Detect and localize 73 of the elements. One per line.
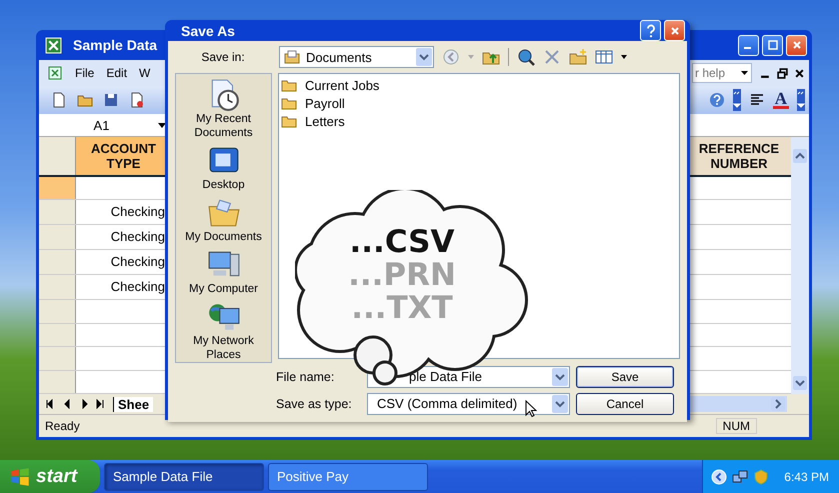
help-button[interactable] — [640, 20, 661, 41]
question-mark-icon — [646, 24, 656, 38]
spreadsheet-app-icon — [45, 36, 62, 54]
vertical-scrollbar[interactable] — [791, 137, 809, 394]
dialog-title: Save As — [181, 22, 235, 38]
maximize-icon — [768, 40, 778, 50]
callout-text: ...CSV — [350, 224, 454, 260]
toolbar-options-icon[interactable] — [732, 89, 741, 111]
clock: 6:43 PM — [784, 470, 829, 484]
menu-item[interactable]: W — [139, 66, 150, 80]
minimize-button[interactable] — [738, 34, 759, 56]
menu-item[interactable]: Edit — [106, 66, 128, 80]
scroll-down-icon[interactable] — [793, 376, 807, 390]
close-button[interactable] — [786, 34, 807, 56]
folder-name[interactable]: Payroll — [305, 96, 345, 110]
toolbar-options-icon[interactable] — [797, 89, 805, 111]
start-button[interactable]: start — [0, 460, 100, 493]
menu-item[interactable]: File — [75, 66, 94, 80]
close-icon — [792, 40, 802, 50]
file-type-label: Save as type: — [276, 396, 353, 410]
close-icon — [670, 26, 680, 36]
maximize-button[interactable] — [762, 34, 783, 56]
save-button[interactable]: Save — [576, 366, 674, 388]
help-search-field[interactable]: r help — [692, 63, 752, 83]
corner-cell — [39, 137, 76, 174]
table-cell-text: Checking — [110, 228, 166, 246]
place-label[interactable]: My Computer — [180, 282, 266, 296]
save-in-dropdown[interactable]: Documents — [279, 46, 434, 68]
taskbar-button[interactable]: Sample Data File — [104, 462, 264, 490]
callout-text: ...TXT — [351, 290, 453, 326]
restore-icon[interactable] — [777, 68, 788, 78]
windows-flag-icon — [10, 466, 30, 486]
cancel-button[interactable]: Cancel — [576, 392, 674, 414]
network-icon[interactable] — [732, 468, 748, 484]
row-header[interactable] — [39, 176, 76, 199]
column-header: REFERENCE NUMBER — [687, 137, 791, 174]
sheet-tab[interactable]: Shee — [113, 396, 154, 412]
sheet-navigation-icon[interactable] — [45, 399, 105, 409]
folder-name[interactable]: Letters — [305, 114, 345, 128]
place-label[interactable]: Desktop — [180, 178, 266, 192]
dropdown-caret-icon[interactable] — [741, 71, 748, 75]
dropdown-caret-icon[interactable] — [158, 122, 166, 128]
close-icon[interactable] — [794, 68, 805, 78]
name-box[interactable]: A1 — [49, 118, 154, 132]
scroll-up-icon[interactable] — [793, 149, 807, 163]
font-color-button[interactable]: A — [772, 91, 789, 109]
chevron-left-icon[interactable] — [711, 468, 728, 484]
align-left-icon[interactable] — [748, 92, 765, 108]
save-in-label: Save in: — [200, 50, 246, 64]
mouse-pointer-icon — [525, 400, 537, 418]
taskbar-button[interactable]: Positive Pay — [268, 462, 428, 490]
table-cell-text: Checking — [110, 278, 166, 296]
new-document-icon[interactable] — [51, 92, 67, 108]
table-cell-text: Checking — [110, 253, 166, 271]
close-button[interactable] — [664, 20, 685, 41]
folder-name[interactable]: Current Jobs — [305, 78, 380, 92]
minimize-icon — [744, 47, 751, 49]
place-label[interactable]: My Network Places — [180, 334, 266, 362]
document-icon[interactable] — [129, 92, 145, 108]
callout-text: ...PRN — [348, 257, 456, 293]
place-label[interactable]: My Documents — [180, 230, 266, 244]
window-title: Sample Data — [73, 37, 158, 53]
documents-folder-icon — [284, 49, 300, 65]
num-lock-indicator: NUM — [716, 418, 757, 434]
new-folder-icon[interactable] — [569, 48, 587, 66]
place-label[interactable]: My Recent Documents — [180, 112, 266, 140]
spreadsheet-menu-icon — [47, 65, 63, 81]
file-name-label: File name: — [276, 370, 336, 384]
views-icon[interactable] — [595, 48, 613, 66]
help-icon[interactable] — [708, 92, 725, 108]
file-type-dropdown[interactable]: CSV (Comma delimited) — [367, 392, 570, 414]
status-text: Ready — [45, 419, 80, 433]
table-cell-text: Checking — [110, 203, 166, 221]
